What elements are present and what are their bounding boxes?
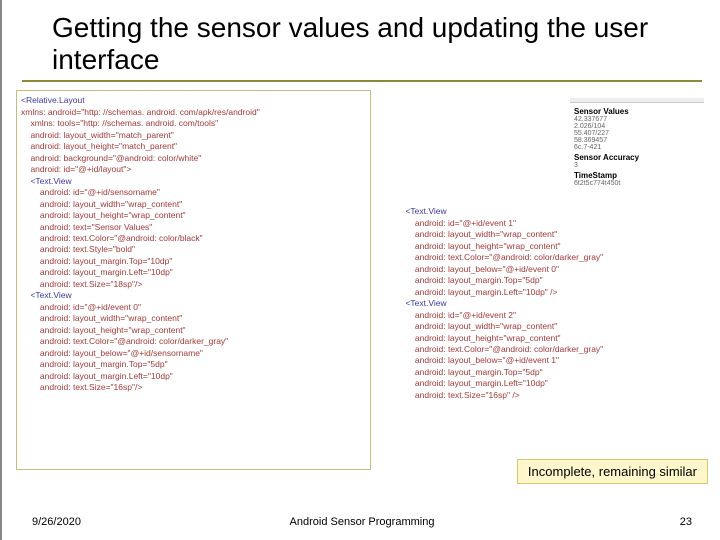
code-line: <Text.View (21, 176, 72, 186)
code-line: android: id="@+id/event 2" (396, 310, 516, 320)
code-line: android: layout_margin.Top="5dp" (396, 367, 543, 377)
code-line: android: layout_height="wrap_content" (21, 325, 186, 335)
code-line: android: layout_margin.Left="10dp" (21, 371, 173, 381)
code-line: android: layout_margin.Left="10dp" (396, 378, 548, 388)
code-line: android: layout_width="wrap_content" (396, 229, 557, 239)
code-line: xmlns: tools="http: //schemas. android. … (21, 118, 218, 128)
code-line: android: text.Color="@android: color/dar… (21, 336, 228, 346)
footer-center: Android Sensor Programming (290, 516, 435, 528)
code-line: android: text.Size="16sp"/> (21, 382, 142, 392)
code-line: android: layout_height="match_parent" (21, 141, 177, 151)
code-line: android: id="@+id/sensorname" (21, 187, 160, 197)
slide: Getting the sensor values and updating t… (0, 0, 720, 540)
code-line: xmlns: android="http: //schemas. android… (21, 107, 260, 117)
code-line: android: layout_width="wrap_content" (21, 199, 182, 209)
code-box-right: <Text.View android: id="@+id/event 1" an… (396, 206, 676, 401)
code-line: android: layout_height="wrap_content" (396, 241, 561, 251)
content-area: <Relative.Layout xmlns: android="http: //… (16, 90, 708, 480)
code-line: android: text.Color="@android: color/dar… (396, 344, 603, 354)
code-box-left: <Relative.Layout xmlns: android="http: //… (16, 90, 371, 470)
slide-title: Getting the sensor values and updating t… (22, 0, 702, 82)
footer: 9/26/2020 Android Sensor Programming 23 (2, 516, 720, 528)
code-line: android: layout_margin.Top="10dp" (21, 256, 172, 266)
code-line: android: layout_width="wrap_content" (21, 313, 182, 323)
code-line: android: layout_below="@+id/sensorname" (21, 348, 203, 358)
code-line: android: text.Size="18sp"/> (21, 279, 142, 289)
code-line: <Relative.Layout (21, 95, 85, 105)
code-line: android: text.Color="@android: color/dar… (396, 252, 603, 262)
code-line: android: text.Color="@android: color/bla… (21, 233, 203, 243)
code-line: android: layout_below="@+id/event 0" (396, 264, 559, 274)
code-line: android: text.Size="16sp" /> (396, 390, 520, 400)
code-line: android: text.Style="bold" (21, 244, 135, 254)
code-line: android: layout_width="match_parent" (21, 130, 174, 140)
code-line: android: layout_margin.Top="5dp" (21, 359, 168, 369)
footer-page: 23 (680, 516, 692, 528)
code-line: <Text.View (396, 206, 447, 216)
code-line: android: background="@android: color/whi… (21, 153, 201, 163)
code-line: android: layout_margin.Left="10dp" (21, 267, 173, 277)
code-line: android: layout_height="wrap_content" (21, 210, 186, 220)
code-line: android: layout_height="wrap_content" (396, 333, 561, 343)
code-line: android: id="@+id/layout"> (21, 164, 131, 174)
incomplete-note: Incomplete, remaining similar (517, 459, 708, 484)
code-line: android: layout_below="@+id/event 1" (396, 355, 559, 365)
code-line: android: text="Sensor Values" (21, 222, 152, 232)
code-line: android: id="@+id/event 0" (21, 302, 141, 312)
code-line: <Text.View (396, 298, 447, 308)
code-line: android: id="@+id/event 1" (396, 218, 516, 228)
code-line: android: layout_margin.Left="10dp" /> (396, 287, 558, 297)
code-line: android: layout_margin.Top="5dp" (396, 275, 543, 285)
code-line: android: layout_width="wrap_content" (396, 321, 557, 331)
footer-date: 9/26/2020 (32, 516, 81, 528)
code-line: <Text.View (21, 290, 72, 300)
